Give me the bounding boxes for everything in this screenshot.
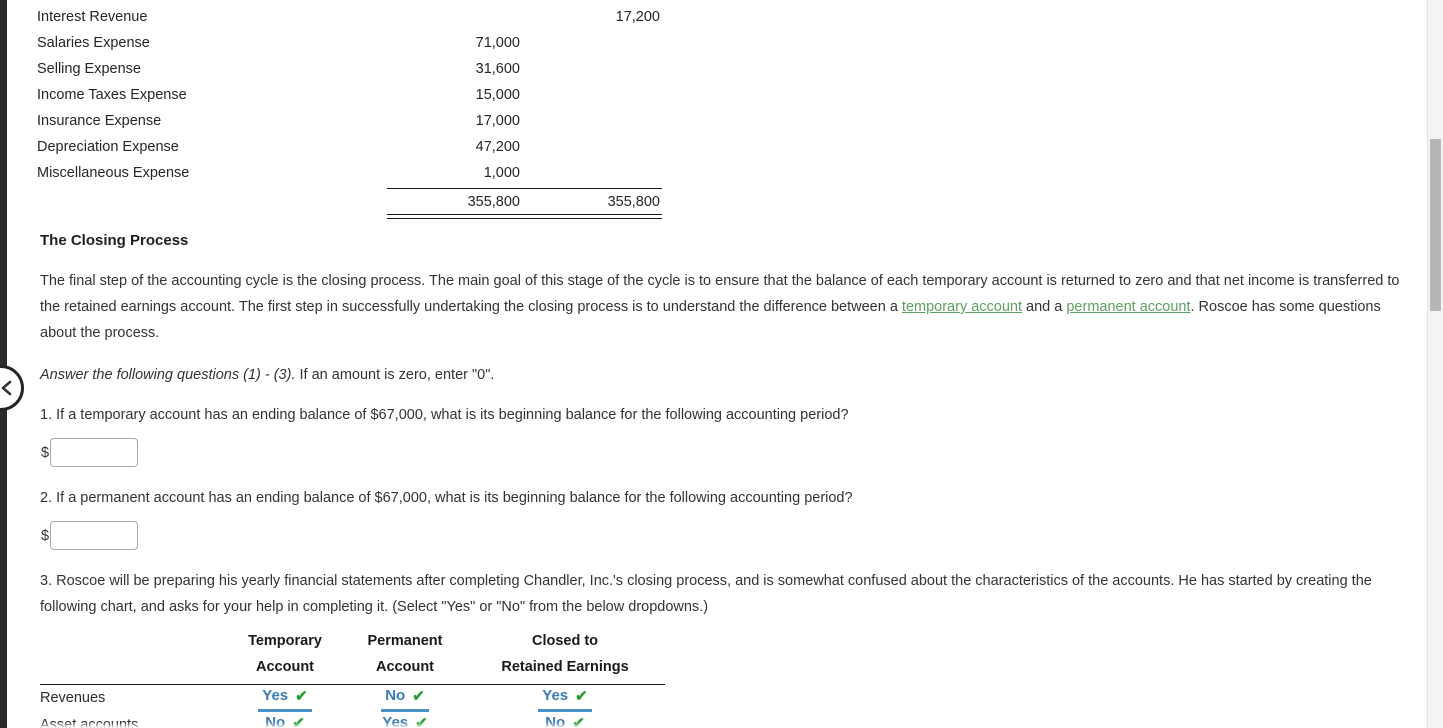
table-row: Interest Revenue 17,200 [37, 4, 667, 30]
check-icon: ✔ [575, 687, 588, 705]
account-characteristics-chart: Temporary Account Permanent Account Clos… [40, 628, 670, 728]
link-permanent-account[interactable]: permanent account [1066, 299, 1190, 315]
left-edge-strip [0, 0, 7, 728]
account-label: Selling Expense [37, 61, 141, 77]
dropdown-asset-accounts-permanent[interactable]: Yes ✔ [378, 712, 431, 728]
dropdown-revenues-permanent[interactable]: No ✔ [381, 685, 429, 712]
account-label: Income Taxes Expense [37, 87, 187, 103]
table-row: Salaries Expense 71,000 [37, 30, 667, 56]
chart-cell-temporary: Yes ✔ [225, 685, 345, 712]
dropdown-revenues-closed-to-re[interactable]: Yes ✔ [538, 685, 592, 712]
chart-cell-permanent: Yes ✔ [345, 712, 465, 728]
totals-label [37, 188, 387, 214]
account-label: Salaries Expense [37, 35, 150, 51]
totals-row: 355,800 355,800 [37, 188, 667, 214]
trial-balance-table: Interest Revenue 17,200 Salaries Expense… [37, 4, 667, 221]
question-2-text: 2. If a permanent account has an ending … [40, 490, 853, 506]
debit-amount: 47,200 [475, 139, 520, 155]
chart-row-label: Revenues [40, 690, 106, 706]
account-label: Depreciation Expense [37, 139, 179, 155]
instruction-line: Answer the following questions (1) - (3)… [40, 362, 1410, 388]
debit-amount: 1,000 [483, 165, 520, 181]
debit-amount: 31,600 [475, 61, 520, 77]
chart-header-row: Temporary Account Permanent Account Clos… [40, 628, 670, 680]
account-label: Interest Revenue [37, 9, 148, 25]
table-row: Insurance Expense 17,000 [37, 108, 667, 134]
scroll-content: Interest Revenue 17,200 Salaries Expense… [0, 0, 1427, 728]
debit-amount: 71,000 [475, 35, 520, 51]
table-row: Depreciation Expense 47,200 [37, 134, 667, 160]
question-2-input[interactable] [50, 521, 139, 550]
link-temporary-account[interactable]: temporary account [902, 299, 1022, 315]
table-row: Revenues Yes ✔ No ✔ Yes ✔ [40, 685, 670, 712]
dropdown-value: No [265, 714, 286, 728]
check-icon: ✔ [412, 687, 425, 705]
table-row: Income Taxes Expense 15,000 [37, 82, 667, 108]
chart-row-label: Asset accounts [40, 717, 139, 728]
totals-credit: 355,800 [522, 188, 662, 214]
dropdown-value: No [385, 687, 406, 704]
check-icon: ✔ [292, 714, 305, 728]
chart-cell-permanent: No ✔ [345, 685, 465, 712]
dollar-sign: $ [41, 527, 50, 544]
instruction-italic: Answer the following questions (1) - (3)… [40, 367, 296, 383]
chart-header-closed-to-retained-earnings: Closed to Retained Earnings [501, 633, 629, 675]
table-row: Asset accounts No ✔ Yes ✔ No ✔ [40, 712, 670, 728]
page-root: Interest Revenue 17,200 Salaries Expense… [0, 0, 1443, 728]
question-1-answer: $ [41, 438, 139, 467]
chart-cell-temporary: No ✔ [225, 712, 345, 728]
debit-amount: 15,000 [475, 87, 520, 103]
question-3-text: 3. Roscoe will be preparing his yearly f… [40, 573, 1372, 615]
dropdown-asset-accounts-closed-to-re[interactable]: No ✔ [541, 712, 589, 728]
section-heading: The Closing Process [40, 232, 189, 249]
instruction-rest: If an amount is zero, enter "0". [295, 367, 495, 383]
chart-header-permanent-account: Permanent Account [367, 633, 443, 675]
paragraph-text-part2: and a [1022, 299, 1067, 315]
account-label: Miscellaneous Expense [37, 165, 190, 181]
chevron-left-icon [1, 380, 12, 396]
dropdown-value: No [545, 714, 566, 728]
credit-amount: 17,200 [615, 9, 660, 25]
chart-cell-closed-to-re: No ✔ [465, 712, 665, 728]
table-row: Miscellaneous Expense 1,000 [37, 160, 667, 186]
dollar-sign: $ [41, 444, 50, 461]
dropdown-value: Yes [382, 714, 409, 728]
question-2-answer: $ [41, 521, 139, 550]
check-icon: ✔ [572, 714, 585, 728]
dropdown-revenues-temporary[interactable]: Yes ✔ [258, 685, 312, 712]
vertical-scrollbar[interactable] [1427, 0, 1443, 728]
check-icon: ✔ [415, 714, 428, 728]
account-label: Insurance Expense [37, 113, 162, 129]
chart-cell-closed-to-re: Yes ✔ [465, 685, 665, 712]
dropdown-value: Yes [542, 687, 569, 704]
question-1-text: 1. If a temporary account has an ending … [40, 407, 849, 423]
debit-amount: 17,000 [475, 113, 520, 129]
closing-process-paragraph: The final step of the accounting cycle i… [40, 268, 1410, 346]
table-row: Selling Expense 31,600 [37, 56, 667, 82]
totals-debit: 355,800 [387, 188, 522, 214]
dropdown-value: Yes [262, 687, 289, 704]
chart-header-blank [40, 628, 225, 680]
dropdown-asset-accounts-temporary[interactable]: No ✔ [261, 712, 309, 728]
scrollbar-thumb[interactable] [1430, 139, 1441, 311]
chart-header-temporary-account: Temporary Account [248, 633, 322, 675]
double-rule-bottom [37, 218, 667, 221]
question-1-input[interactable] [50, 438, 139, 467]
check-icon: ✔ [295, 687, 308, 705]
